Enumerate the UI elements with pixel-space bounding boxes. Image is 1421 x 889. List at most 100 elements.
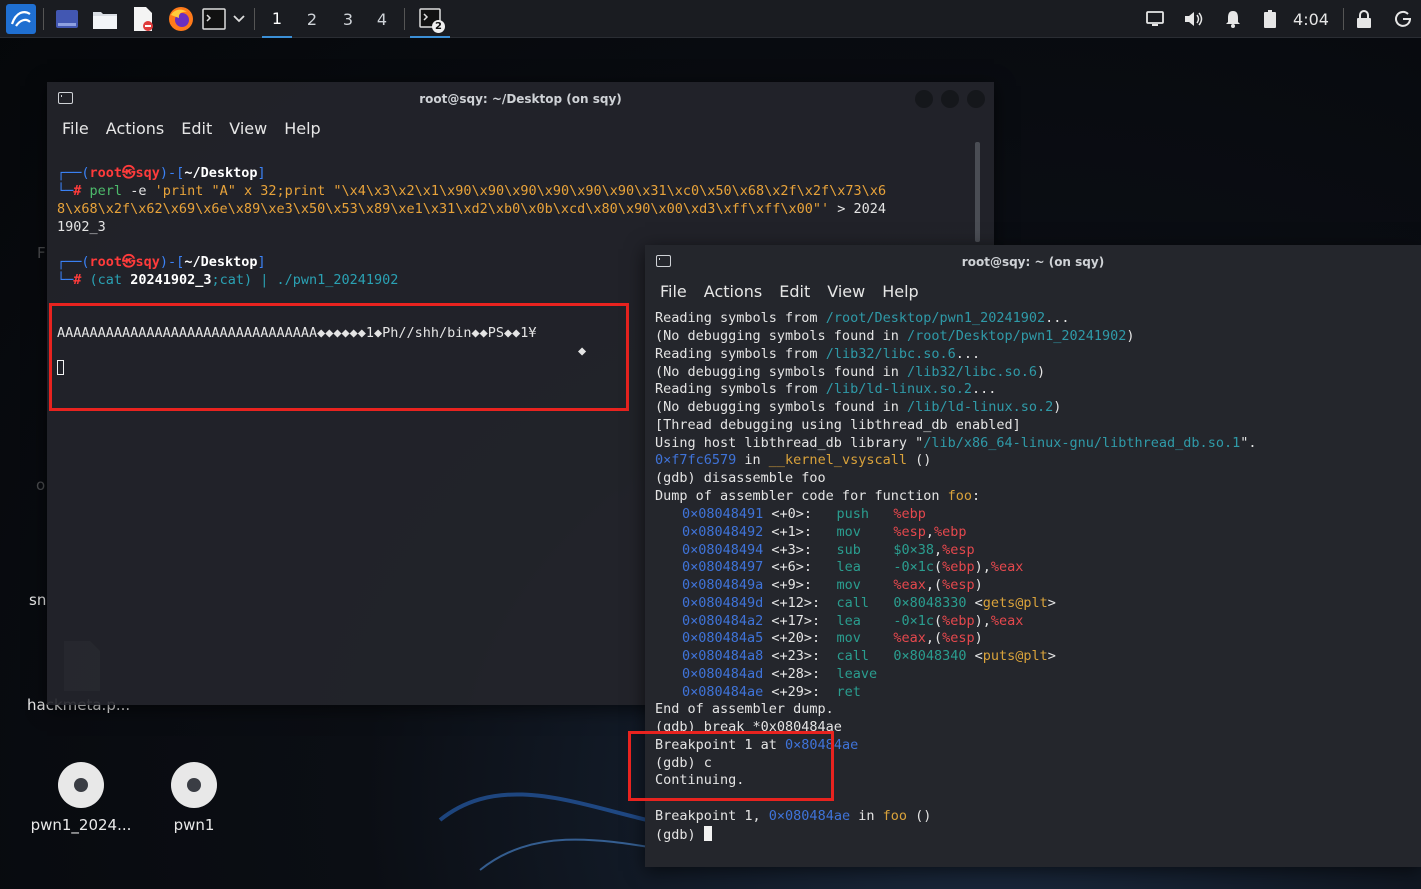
asm-row: 0×08048494 <+3>: sub $0×38,%esp	[682, 542, 975, 560]
desktop-icon-pwn1-2024[interactable]: pwn1_2024...	[26, 762, 136, 834]
asm-operand: %ebp	[942, 559, 975, 576]
asm-address: 0×080484a8	[682, 648, 764, 664]
workspace-4[interactable]: 4	[367, 0, 397, 38]
command-line-wrap: 8\x68\x2f\x62\x69\x6e\x89\xe3\x50\x53\x8…	[57, 201, 887, 217]
maximize-button[interactable]	[941, 90, 959, 108]
gdb-output-line: 0×f7fc6579 in __kernel_vsyscall ()	[655, 452, 932, 468]
asm-address: 0×080484ae	[682, 683, 764, 700]
asm-operand: ,	[933, 541, 943, 558]
asm-operand: ),	[974, 612, 991, 629]
asm-opcode: mov	[836, 630, 894, 647]
desktop-icon-pwn1[interactable]: pwn1	[148, 762, 240, 834]
minimize-button[interactable]	[915, 90, 933, 108]
menu-actions[interactable]: Actions	[704, 279, 762, 305]
menu-edit[interactable]: Edit	[779, 279, 810, 305]
workspace-3[interactable]: 3	[333, 0, 363, 38]
window-count-badge: 2	[432, 20, 445, 33]
asm-opcode: mov	[836, 577, 894, 593]
terminal-launcher-icon[interactable]	[200, 0, 228, 38]
logout-icon[interactable]	[1390, 0, 1416, 38]
window-title: root@sqy: ~/Desktop (on sqy)	[419, 92, 622, 106]
asm-offset: <+23>:	[763, 648, 837, 664]
menu-actions[interactable]: Actions	[106, 116, 164, 142]
firefox-icon[interactable]	[166, 0, 196, 38]
clock[interactable]: 4:04	[1290, 0, 1332, 38]
desktop-icon-label: pwn1_2024...	[30, 816, 132, 834]
asm-row: 0×080484ae <+29>: ret	[682, 684, 893, 702]
asm-operand: -0×1c	[893, 559, 934, 576]
taskbar-terminal-group[interactable]: 2	[410, 0, 450, 38]
asm-offset: <+9>:	[763, 577, 837, 593]
window-titlebar[interactable]: root@sqy: ~/Desktop (on sqy)	[47, 82, 994, 116]
close-button[interactable]	[967, 90, 985, 108]
workspace-2[interactable]: 2	[297, 0, 327, 38]
window-titlebar[interactable]: root@sqy: ~ (on sqy)	[645, 245, 1421, 279]
taskbar: 1 2 3 4 2 4:04	[0, 0, 1421, 38]
menu-help[interactable]: Help	[284, 116, 320, 142]
asm-operand: 0×8048330	[893, 594, 967, 611]
gdb-output-line: Dump of assembler code for function foo:	[655, 488, 981, 504]
asm-operand: %esp	[942, 630, 975, 647]
menu-file[interactable]: File	[660, 279, 687, 305]
kali-menu-icon[interactable]	[4, 0, 38, 38]
desktop-label-partial: sn	[29, 591, 47, 609]
gdb-output-line: Breakpoint 1, 0×080484ae in foo ()	[655, 808, 932, 824]
gdb-prompt[interactable]: (gdb)	[655, 826, 712, 845]
menu-view[interactable]: View	[229, 116, 267, 142]
asm-row: 0×0804849d <+12>: call 0×8048330 <gets@p…	[682, 595, 1056, 613]
asm-address: 0×0804849d	[682, 594, 764, 611]
asm-opcode: lea	[836, 612, 894, 629]
asm-offset: <+0>:	[763, 506, 837, 522]
asm-operand: %eax	[990, 559, 1024, 576]
menubar: File Actions Edit View Help	[47, 116, 994, 142]
asm-operand: <	[966, 648, 983, 664]
asm-operand: (	[933, 559, 943, 576]
asm-opcode: lea	[836, 559, 894, 576]
menu-view[interactable]: View	[827, 279, 865, 305]
gdb-output-line: End of assembler dump.	[655, 701, 834, 717]
asm-operand: puts@plt	[982, 648, 1048, 664]
gdb-output-line: Reading symbols from /lib/ld-linux.so.2.…	[655, 381, 997, 397]
prompt-line: ┌──(root㉿sqy)-[~/Desktop]	[57, 165, 266, 181]
asm-opcode: mov	[836, 523, 894, 540]
asm-operand: ,	[925, 523, 934, 540]
text-editor-icon[interactable]	[128, 0, 158, 38]
lock-screen-icon[interactable]	[1352, 0, 1376, 38]
battery-icon[interactable]	[1258, 0, 1282, 38]
asm-operand: %eax	[893, 577, 926, 593]
asm-operand: $0×38	[893, 541, 934, 558]
highlight-box	[628, 731, 834, 801]
chevron-down-icon[interactable]	[230, 0, 248, 38]
asm-row: 0×080484ad <+28>: leave	[682, 666, 893, 684]
asm-operand: %esp	[942, 577, 975, 593]
volume-icon[interactable]	[1180, 0, 1206, 38]
taskbar-separator	[404, 8, 405, 30]
executable-gear-icon	[58, 762, 104, 808]
desktop-label-partial: o	[36, 476, 46, 494]
asm-operand: %eax	[893, 630, 926, 647]
menu-file[interactable]: File	[62, 116, 89, 142]
asm-opcode: sub	[836, 541, 894, 558]
asm-address: 0×080484ad	[682, 665, 764, 682]
workspace-1[interactable]: 1	[262, 0, 292, 38]
gdb-output-line: Reading symbols from /lib32/libc.so.6...	[655, 346, 981, 362]
gdb-command-line: (gdb) disassemble foo	[655, 470, 826, 486]
menu-help[interactable]: Help	[882, 279, 918, 305]
asm-operand: %ebp	[893, 506, 926, 522]
asm-row: 0×08048497 <+6>: lea -0×1c(%ebp),%eax	[682, 559, 1023, 577]
scrollbar[interactable]	[975, 142, 980, 242]
highlight-box	[49, 303, 629, 411]
asm-offset: <+1>:	[763, 523, 837, 540]
asm-row: 0×080484a5 <+20>: mov %eax,(%esp)	[682, 630, 983, 648]
asm-operand: <	[966, 594, 983, 611]
screen-icon[interactable]	[1142, 0, 1168, 38]
notifications-bell-icon[interactable]	[1220, 0, 1246, 38]
show-desktop-icon[interactable]	[52, 0, 82, 38]
asm-operand: ,(	[925, 577, 943, 593]
menubar: File Actions Edit View Help	[645, 279, 1421, 305]
file-manager-icon[interactable]	[90, 0, 120, 38]
menu-edit[interactable]: Edit	[181, 116, 212, 142]
gdb-output-line: (No debugging symbols found in /lib/ld-l…	[655, 399, 1062, 415]
gdb-output-line: (No debugging symbols found in /lib32/li…	[655, 364, 1046, 380]
asm-offset: <+28>:	[763, 665, 837, 682]
